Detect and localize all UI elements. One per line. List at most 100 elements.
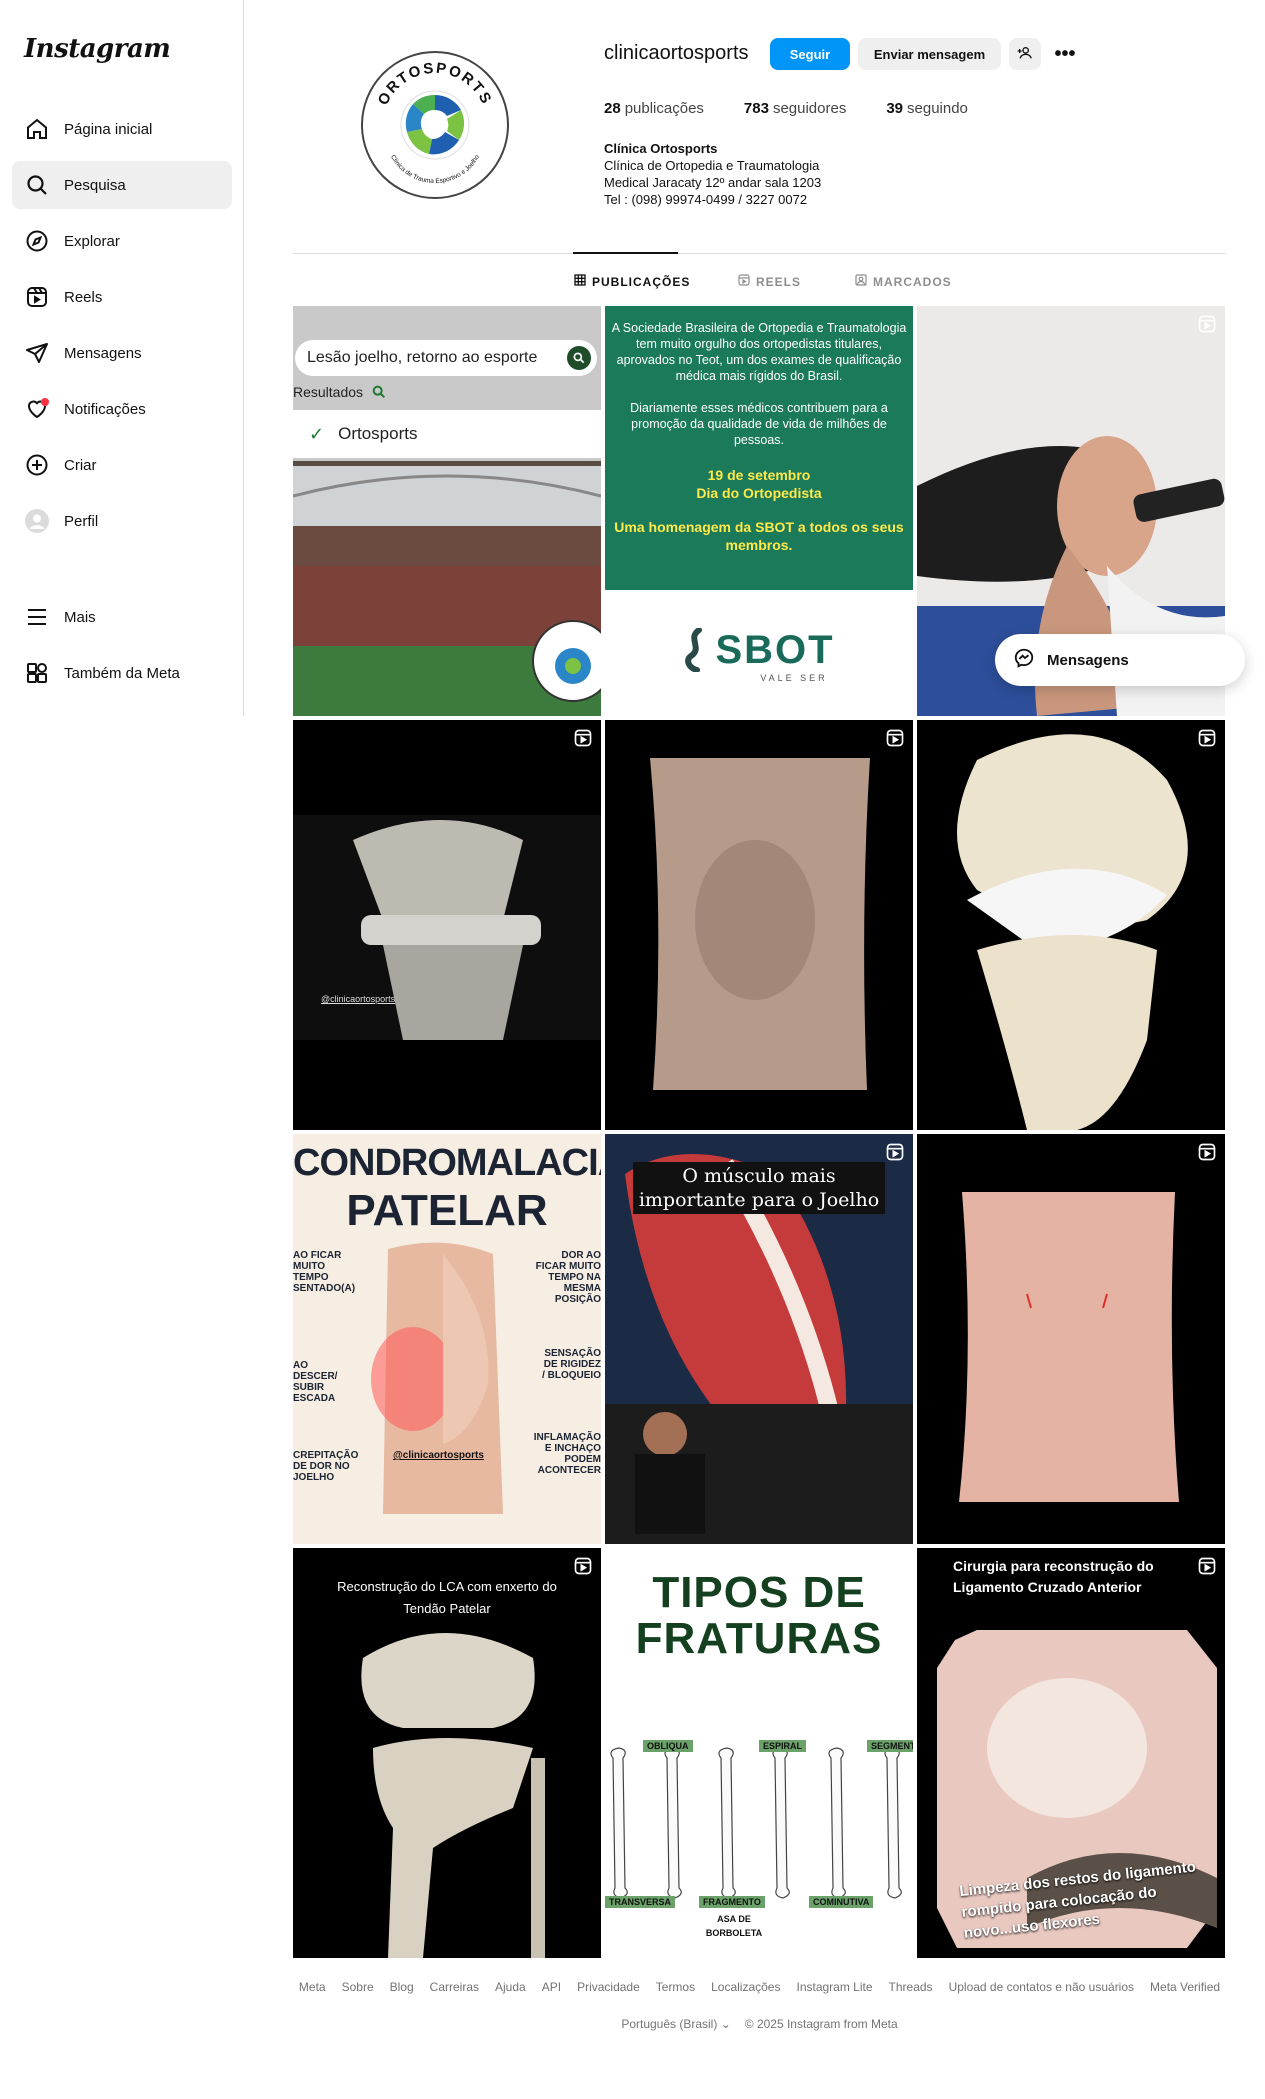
tab-reels[interactable]: REELS: [738, 274, 801, 289]
heart-icon: [24, 396, 50, 422]
bio-line: Tel : (098) 99974-0499 / 3227 0072: [604, 192, 808, 207]
results-label: Resultados: [293, 384, 387, 400]
post-tile[interactable]: CONDROMALACIA PATELAR AO FICAR MUITO TEM…: [293, 1134, 601, 1544]
post-caption: Reconstrução do LCA com enxerto do Tendã…: [337, 1579, 557, 1616]
reels-icon: [738, 274, 750, 289]
sidebar-item-search[interactable]: Pesquisa: [12, 161, 232, 209]
post-title: Cirurgia para reconstrução do Ligamento …: [953, 1558, 1154, 1595]
home-icon: [24, 116, 50, 142]
sidebar-item-notifications[interactable]: Notificações: [12, 385, 232, 433]
reel-badge-icon: [885, 728, 905, 748]
sidebar-item-label: Mais: [64, 608, 96, 626]
post-tile[interactable]: [917, 1134, 1225, 1544]
footer-link[interactable]: Localizações: [711, 1980, 780, 1994]
sidebar-item-profile[interactable]: Perfil: [12, 497, 232, 545]
post-tile[interactable]: Reconstrução do LCA com enxerto do Tendã…: [293, 1548, 601, 1958]
sidebar-item-reels[interactable]: Reels: [12, 273, 232, 321]
post-tile[interactable]: TIPOS DE FRATURAS OBLIQUA ESPIRAL SEGMEN…: [605, 1548, 913, 1958]
fracture-label: TRANSVERSA: [605, 1896, 676, 1908]
sidebar-item-messages[interactable]: Mensagens: [12, 329, 232, 377]
sbot-logo: SBOT VALE SER: [605, 594, 913, 716]
more-dots-icon: •••: [1054, 42, 1076, 65]
footer-link[interactable]: Carreiras: [430, 1980, 479, 1994]
sidebar-item-create[interactable]: Criar: [12, 441, 232, 489]
meta-apps-icon: [24, 660, 50, 686]
sbot-green-panel: A Sociedade Brasileira de Ortopedia e Tr…: [605, 306, 913, 590]
post-tile[interactable]: @clinicaortosports: [293, 720, 601, 1130]
footer-link[interactable]: Privacidade: [577, 1980, 640, 1994]
footer-link[interactable]: Meta Verified: [1150, 1980, 1220, 1994]
bio-line: Medical Jaracaty 12º andar sala 1203: [604, 175, 822, 190]
avatar-icon: [24, 508, 50, 534]
symptom-text: SENSAÇÃO DE RIGIDEZ / BLOQUEIO: [542, 1348, 601, 1381]
footer-link[interactable]: Upload de contatos e não usuários: [949, 1980, 1134, 1994]
reel-badge-icon: [573, 1556, 593, 1576]
symptom-text: CREPITAÇÃO DE DOR NO JOELHO: [293, 1450, 359, 1483]
reel-badge-icon: [885, 1142, 905, 1162]
sidebar-item-home[interactable]: Página inicial: [12, 105, 232, 153]
notification-dot: [41, 398, 49, 406]
post-tile[interactable]: Cirurgia para reconstrução do Ligamento …: [917, 1548, 1225, 1958]
post-caption: O músculo mais importante para o Joelho: [633, 1162, 885, 1214]
follow-button[interactable]: Seguir: [770, 38, 850, 70]
sidebar-item-label: Perfil: [64, 512, 99, 530]
footer-link[interactable]: Instagram Lite: [796, 1980, 872, 1994]
following-stat[interactable]: 39 seguindo: [886, 100, 968, 117]
fracture-label: ESPIRAL: [759, 1740, 807, 1752]
floating-messages-button[interactable]: Mensagens: [995, 634, 1245, 686]
footer-link[interactable]: Ajuda: [495, 1980, 526, 1994]
watermark-handle: @clinicaortosports: [321, 994, 396, 1004]
post-tile[interactable]: [605, 720, 913, 1130]
watermark-handle: @clinicaortosports: [393, 1450, 484, 1461]
sidebar-item-label: Página inicial: [64, 120, 153, 138]
sidebar-item-more[interactable]: Mais: [12, 593, 232, 641]
sidebar-item-label: Notificações: [64, 400, 146, 418]
sidebar-item-meta[interactable]: Também da Meta: [12, 649, 232, 697]
post-tile[interactable]: Lesão joelho, retorno ao esporte Resulta…: [293, 306, 601, 716]
sidebar-item-label: Reels: [64, 288, 103, 306]
tab-tagged[interactable]: MARCADOS: [855, 274, 952, 289]
fracture-label: SEGMENTAR: [867, 1740, 913, 1752]
more-options-button[interactable]: •••: [1049, 38, 1081, 70]
active-tab-indicator: [573, 252, 678, 254]
sidebar-item-label: Mensagens: [64, 344, 142, 362]
menu-icon: [24, 604, 50, 630]
tag-icon: [855, 274, 867, 289]
chevron-down-icon: ⌄: [720, 2017, 731, 2031]
sidebar-item-label: Explorar: [64, 232, 120, 250]
sidebar-item-label: Criar: [64, 456, 97, 474]
bio-name: Clínica Ortosports: [604, 141, 718, 156]
footer-links: Meta Sobre Blog Carreiras Ajuda API Priv…: [293, 1980, 1226, 1994]
profile-bio: Clínica Ortosports Clínica de Ortopedia …: [604, 140, 821, 208]
language-selector[interactable]: Português (Brasil) ⌄: [621, 2017, 730, 2031]
followers-stat[interactable]: 783 seguidores: [744, 100, 846, 117]
post-tile[interactable]: A Sociedade Brasileira de Ortopedia e Tr…: [605, 306, 913, 716]
footer-link[interactable]: Threads: [889, 1980, 933, 1994]
post-tile[interactable]: [917, 720, 1225, 1130]
search-icon: [24, 172, 50, 198]
plus-square-icon: [24, 452, 50, 478]
reel-badge-icon: [1197, 1142, 1217, 1162]
check-icon: ✓: [309, 423, 325, 444]
tab-posts[interactable]: PUBLICAÇÕES: [574, 274, 690, 289]
compass-icon: [24, 228, 50, 254]
symptom-text: AO FICAR MUITO TEMPO SENTADO(A): [293, 1250, 356, 1294]
profile-username: clinicaortosports: [604, 42, 749, 64]
footer-link[interactable]: Blog: [390, 1980, 414, 1994]
fracture-label: FRAGMENTO: [699, 1896, 765, 1908]
fracture-label: ASA DE BORBOLETA: [705, 1914, 763, 1938]
symptom-text: DOR AO FICAR MUITO TEMPO NA MESMA POSIÇÃ…: [535, 1250, 601, 1305]
suggest-users-button[interactable]: [1009, 38, 1041, 70]
instagram-logo[interactable]: Instagram: [24, 34, 171, 64]
profile-avatar[interactable]: ORTOSPORTS Clínica de Trauma Esportivo e…: [361, 51, 509, 199]
reel-badge-icon: [1197, 1556, 1217, 1576]
sidebar-item-explore[interactable]: Explorar: [12, 217, 232, 265]
send-message-button[interactable]: Enviar mensagem: [858, 38, 1001, 70]
post-tile[interactable]: O músculo mais importante para o Joelho: [605, 1134, 913, 1544]
footer-link[interactable]: Termos: [656, 1980, 695, 1994]
messenger-icon: [1013, 647, 1035, 673]
footer-link[interactable]: API: [542, 1980, 561, 1994]
add-user-icon: [1017, 45, 1033, 64]
footer-link[interactable]: Meta: [299, 1980, 326, 1994]
footer-link[interactable]: Sobre: [342, 1980, 374, 1994]
